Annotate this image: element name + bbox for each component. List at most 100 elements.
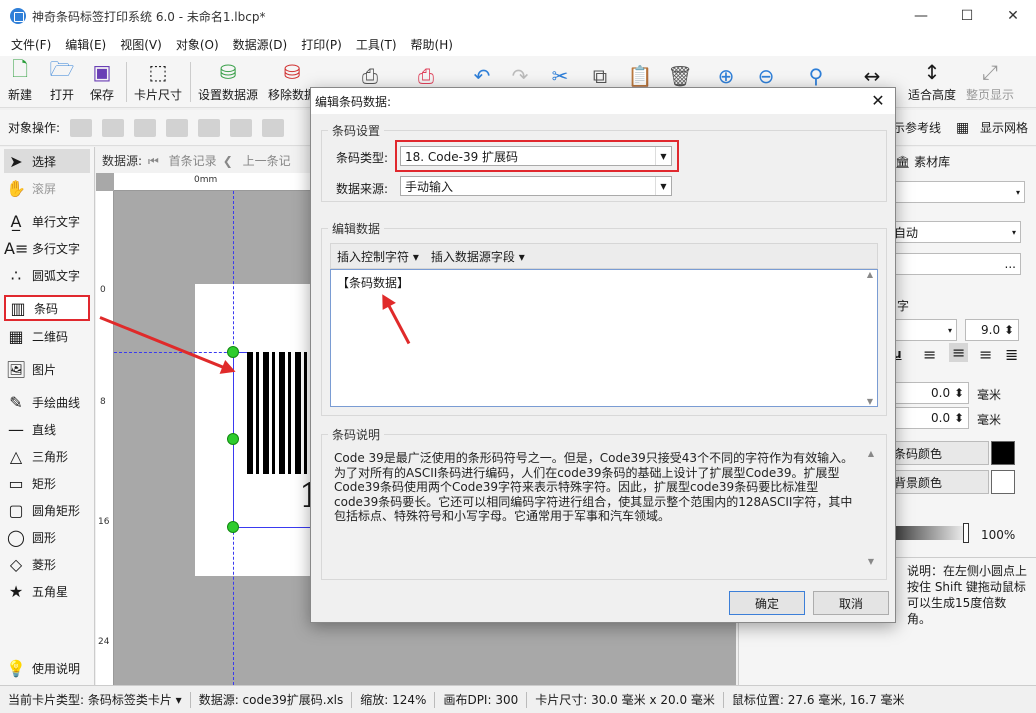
tool-circle[interactable]: ◯ 圆形 — [4, 525, 90, 549]
bg-color-swatch[interactable] — [991, 470, 1015, 494]
align-center-icon[interactable] — [230, 118, 253, 137]
description-scrollbar[interactable]: ▲ ▼ — [864, 447, 878, 569]
offset-y-spin[interactable]: 0.0 ⬍ — [889, 407, 969, 429]
arc-text-icon: ∴ — [10, 265, 22, 285]
tool-freehand[interactable]: ✎ 手绘曲线 — [4, 390, 90, 414]
align-left-icon[interactable]: ≡ — [923, 345, 936, 364]
layer-bottom-icon[interactable] — [166, 118, 189, 137]
barcode-color-swatch[interactable] — [991, 441, 1015, 465]
offset-x-spin[interactable]: 0.0 ⬍ — [889, 382, 969, 404]
material-tab[interactable]: 🏛 素材库 — [895, 153, 950, 170]
tool-barcode[interactable]: ▥ 条码 — [4, 295, 90, 321]
tool-rect[interactable]: ▭ 矩形 — [4, 471, 90, 495]
qrcode-icon: ▦ — [8, 326, 24, 346]
property-combo-1[interactable]: ▾ — [889, 181, 1025, 203]
print-icon: ⎙ — [418, 64, 434, 88]
data-source-select[interactable]: 手动输入 ▼ — [400, 176, 672, 196]
dialog-close-icon[interactable]: ✕ — [869, 91, 887, 110]
show-grid-toggle[interactable]: 显示网格 — [980, 119, 1028, 136]
save-button[interactable]: ▣ 保存 — [90, 60, 114, 103]
resize-handle[interactable] — [227, 433, 239, 445]
barcode-data-editor[interactable]: 【条码数据】 ▲ ▼ — [330, 269, 878, 407]
app-icon — [10, 8, 26, 24]
show-guides-toggle[interactable]: 示参考线 — [893, 119, 941, 136]
menu-file[interactable]: 文件(F) — [4, 36, 58, 53]
line-icon: — — [8, 419, 24, 439]
full-page-button[interactable]: ⤢ 整页显示 — [966, 60, 1014, 103]
menu-tools[interactable]: 工具(T) — [349, 36, 404, 53]
vertical-ruler: 0 8 16 24 — [96, 191, 114, 685]
minimize-button[interactable]: — — [898, 0, 944, 32]
insert-datasource-field-menu[interactable]: 插入数据源字段 ▾ — [425, 248, 531, 265]
edit-data-group: 编辑数据 插入控制字符 ▾ 插入数据源字段 ▾ 【条码数据】 ▲ ▼ — [321, 220, 887, 416]
align-right-icon[interactable] — [262, 118, 285, 137]
align-justify-icon[interactable]: ≣ — [1005, 345, 1018, 364]
menu-datasource[interactable]: 数据源(D) — [226, 36, 295, 53]
layer-up-icon[interactable] — [70, 118, 93, 137]
more-button[interactable]: ... — [889, 253, 1021, 275]
fit-height-button[interactable]: ↕ 适合高度 — [908, 60, 956, 103]
align-center-icon[interactable]: ≡ — [949, 343, 969, 362]
help-button[interactable]: 💡 使用说明 — [4, 656, 90, 680]
remove-datasource-button[interactable]: ⛁ 移除数据 — [268, 60, 316, 103]
printer-settings-icon: ⎙ — [362, 64, 378, 88]
layer-down-icon[interactable] — [134, 118, 157, 137]
resize-handle[interactable] — [227, 346, 239, 358]
insert-control-char-menu[interactable]: 插入控制字符 ▾ — [331, 248, 425, 265]
first-record-button[interactable]: ⏮ 首条记录 — [148, 152, 217, 169]
menu-print[interactable]: 打印(P) — [294, 36, 349, 53]
align-left-icon[interactable] — [198, 118, 221, 137]
new-button[interactable]: 🗋 新建 — [8, 57, 32, 103]
maximize-button[interactable]: ☐ — [944, 0, 990, 32]
opacity-slider[interactable] — [889, 526, 965, 540]
bg-color-button[interactable]: 背景颜色 — [889, 470, 989, 494]
menu-object[interactable]: 对象(O) — [169, 36, 226, 53]
zoom-status: 缩放: 124% — [360, 693, 427, 707]
font-name-combo[interactable]: ▾ — [889, 319, 957, 341]
barcode-object[interactable] — [247, 352, 317, 474]
tool-arc-text[interactable]: ∴ 圆弧文字 — [4, 263, 90, 287]
layer-top-icon[interactable] — [102, 118, 125, 137]
menu-edit[interactable]: 编辑(E) — [58, 36, 113, 53]
tool-select[interactable]: ➤ 选择 — [4, 149, 90, 173]
card-size-button[interactable]: ⬚ 卡片尺寸 — [134, 60, 182, 103]
editor-scrollbar[interactable]: ▲ ▼ — [863, 270, 877, 406]
prev-record-button[interactable]: ❮ 上一条记 — [223, 152, 291, 169]
datasource-nav: 数据源: ⏮ 首条记录 ❮ 上一条记 — [96, 147, 316, 173]
cut-icon: ✂ — [551, 64, 569, 88]
cursor-icon: ➤ — [9, 151, 23, 171]
tool-scroll[interactable]: ✋ 滚屏 — [4, 176, 90, 200]
close-button[interactable]: ✕ — [990, 0, 1036, 32]
menu-view[interactable]: 视图(V) — [113, 36, 169, 53]
tool-multi-text[interactable]: A≡ 多行文字 — [4, 236, 90, 260]
tool-line[interactable]: — 直线 — [4, 417, 90, 441]
database-remove-icon: ⛁ — [283, 60, 301, 84]
rect-icon: ▭ — [8, 473, 24, 493]
align-right-icon[interactable]: ≡ — [979, 345, 992, 364]
tool-triangle[interactable]: △ 三角形 — [4, 444, 90, 468]
tool-diamond[interactable]: ◇ 菱形 — [4, 552, 90, 576]
tool-single-text[interactable]: A̲ 单行文字 — [4, 209, 90, 233]
full-page-icon: ⤢ — [982, 60, 998, 84]
font-size-spin[interactable]: 9.0 ⬍ — [965, 319, 1019, 341]
circle-icon: ◯ — [7, 527, 25, 547]
property-combo-auto[interactable]: 自动 ▾ — [889, 221, 1021, 243]
card-type-status[interactable]: 当前卡片类型: 条码标签类卡片 ▾ — [0, 691, 190, 708]
menu-help[interactable]: 帮助(H) — [404, 36, 460, 53]
tool-rounded-rect[interactable]: ▢ 圆角矩形 — [4, 498, 90, 522]
open-button[interactable]: 🗁 打开 — [50, 57, 75, 103]
hint-text: 说明：在左侧小圆点上按住 Shift 键拖动鼠标可以生成15度倍数角。 — [907, 564, 1028, 626]
save-icon: ▣ — [92, 60, 112, 84]
barcode-description: Code 39是最广泛使用的条形码符号之一。但是，Code39只接受43个不同的… — [330, 447, 878, 569]
fit-height-icon: ↕ — [923, 60, 941, 84]
resize-handle[interactable] — [227, 521, 239, 533]
ok-button[interactable]: 确定 — [729, 591, 805, 615]
opacity-slider-thumb[interactable] — [963, 523, 969, 543]
cancel-button[interactable]: 取消 — [813, 591, 889, 615]
tool-qrcode[interactable]: ▦ 二维码 — [4, 324, 90, 348]
tool-image[interactable]: 🖼 图片 — [4, 357, 90, 381]
tool-star[interactable]: ★ 五角星 — [4, 579, 90, 603]
paste-icon: 📋 — [627, 64, 653, 88]
set-datasource-button[interactable]: ⛁ 设置数据源 — [198, 60, 258, 103]
barcode-color-button[interactable]: 条码颜色 — [889, 441, 989, 465]
